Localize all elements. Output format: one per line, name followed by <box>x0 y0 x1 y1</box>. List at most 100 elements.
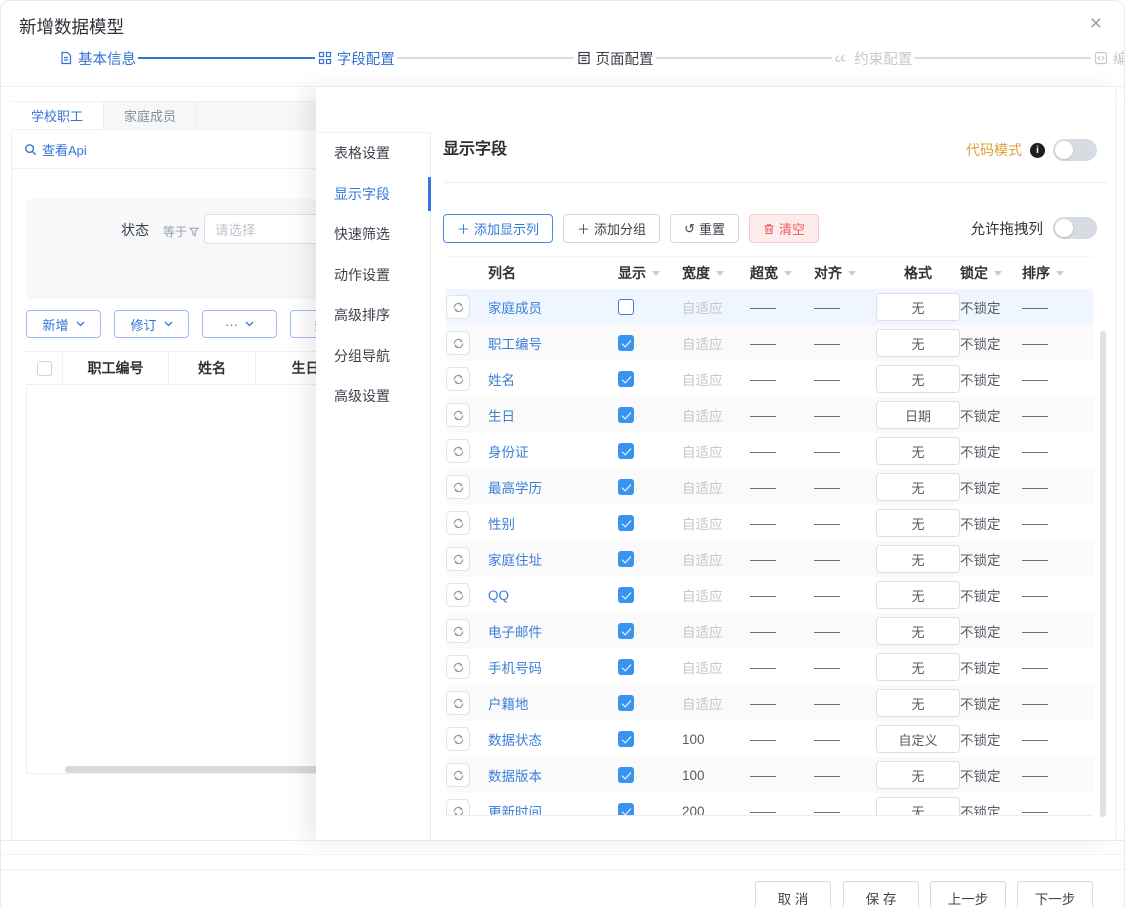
format-input[interactable]: 无 <box>876 365 960 393</box>
display-checkbox[interactable] <box>618 623 634 639</box>
sync-icon <box>452 661 465 674</box>
filter-caret-icon[interactable] <box>716 271 724 276</box>
reorder-field-button[interactable] <box>446 547 470 571</box>
field-name-link[interactable]: 家庭住址 <box>488 549 542 569</box>
field-name-link[interactable]: 电子邮件 <box>488 621 542 641</box>
save-button[interactable]: 保 存 <box>843 881 919 907</box>
format-input[interactable]: 无 <box>876 509 960 537</box>
field-name-link[interactable]: 数据状态 <box>488 729 542 749</box>
format-input[interactable]: 无 <box>876 617 960 645</box>
filter-caret-icon[interactable] <box>784 271 792 276</box>
menu-item-分组导航[interactable]: 分组导航 <box>316 336 430 377</box>
reorder-field-button[interactable] <box>446 691 470 715</box>
filter-caret-icon[interactable] <box>994 271 1002 276</box>
reorder-field-button[interactable] <box>446 799 470 816</box>
display-checkbox[interactable] <box>618 587 634 603</box>
view-api-link[interactable]: 查看Api <box>24 140 87 159</box>
display-checkbox[interactable] <box>618 767 634 783</box>
menu-item-动作设置[interactable]: 动作设置 <box>316 255 430 296</box>
filter-caret-icon[interactable] <box>1056 271 1064 276</box>
allow-drag-toggle[interactable] <box>1053 217 1097 239</box>
display-checkbox[interactable] <box>618 695 634 711</box>
format-input[interactable]: 无 <box>876 581 960 609</box>
reset-button[interactable]: ↺重置 <box>670 214 739 243</box>
format-input[interactable]: 无 <box>876 689 960 717</box>
next-step-button[interactable]: 下一步 <box>1017 881 1093 907</box>
reorder-field-button[interactable] <box>446 403 470 427</box>
reorder-field-button[interactable] <box>446 511 470 535</box>
info-icon[interactable]: i <box>1030 143 1045 158</box>
sync-icon <box>452 697 465 710</box>
reorder-field-button[interactable] <box>446 295 470 319</box>
format-input[interactable]: 日期 <box>876 401 960 429</box>
reorder-field-button[interactable] <box>446 655 470 679</box>
field-name-link[interactable]: 姓名 <box>488 369 515 389</box>
field-name-link[interactable]: 生日 <box>488 405 515 425</box>
field-name-link[interactable]: 户籍地 <box>488 693 529 713</box>
menu-item-高级排序[interactable]: 高级排序 <box>316 295 430 336</box>
format-input[interactable]: 无 <box>876 293 960 321</box>
format-input[interactable]: 无 <box>876 545 960 573</box>
display-checkbox[interactable] <box>618 731 634 747</box>
display-checkbox[interactable] <box>618 371 634 387</box>
field-name-link[interactable]: 性别 <box>488 513 515 533</box>
funnel-icon <box>189 227 199 237</box>
display-checkbox[interactable] <box>618 335 634 351</box>
toolbar-button-···[interactable]: ··· <box>202 310 277 338</box>
tab-学校职工[interactable]: 学校职工 <box>11 102 104 129</box>
cancel-button[interactable]: 取 消 <box>755 881 831 907</box>
field-name-link[interactable]: 最高学历 <box>488 477 542 497</box>
reorder-field-button[interactable] <box>446 583 470 607</box>
filter-caret-icon[interactable] <box>848 271 856 276</box>
display-checkbox[interactable] <box>618 443 634 459</box>
menu-item-高级设置[interactable]: 高级设置 <box>316 376 430 417</box>
toolbar-button-修订[interactable]: 修订 <box>114 310 189 338</box>
display-checkbox[interactable] <box>618 515 634 531</box>
reorder-field-button[interactable] <box>446 619 470 643</box>
field-name-link[interactable]: 身份证 <box>488 441 529 461</box>
vertical-scrollbar[interactable] <box>1100 331 1106 817</box>
format-input[interactable]: 无 <box>876 437 960 465</box>
filter-caret-icon[interactable] <box>652 271 660 276</box>
display-checkbox[interactable] <box>618 479 634 495</box>
align-value: —— <box>814 336 876 351</box>
format-input[interactable]: 无 <box>876 761 960 789</box>
display-checkbox[interactable] <box>618 407 634 423</box>
menu-item-显示字段[interactable]: 显示字段 <box>316 174 430 215</box>
reorder-field-button[interactable] <box>446 331 470 355</box>
format-input[interactable]: 无 <box>876 653 960 681</box>
display-checkbox[interactable] <box>618 551 634 567</box>
reorder-field-button[interactable] <box>446 763 470 787</box>
field-name-link[interactable]: 职工编号 <box>488 333 542 353</box>
menu-item-表格设置[interactable]: 表格设置 <box>316 133 430 174</box>
format-input[interactable]: 无 <box>876 329 960 357</box>
tab-家庭成员[interactable]: 家庭成员 <box>104 102 197 129</box>
menu-item-快速筛选[interactable]: 快速筛选 <box>316 214 430 255</box>
display-checkbox[interactable] <box>618 659 634 675</box>
reorder-field-button[interactable] <box>446 439 470 463</box>
format-input[interactable]: 自定义 <box>876 725 960 753</box>
display-checkbox[interactable] <box>618 803 634 816</box>
format-input[interactable]: 无 <box>876 473 960 501</box>
prev-step-button[interactable]: 上一步 <box>930 881 1006 907</box>
field-name-link[interactable]: QQ <box>488 588 509 603</box>
reorder-field-button[interactable] <box>446 727 470 751</box>
reorder-field-button[interactable] <box>446 367 470 391</box>
clear-button[interactable]: 清空 <box>749 214 819 243</box>
add-display-column-button[interactable]: ＋添加显示列 <box>443 214 553 243</box>
toolbar-button-新增[interactable]: 新增 <box>26 310 101 338</box>
format-input[interactable]: 无 <box>876 797 960 816</box>
filter-operator[interactable]: 等于 <box>163 223 199 240</box>
field-name-link[interactable]: 家庭成员 <box>488 297 542 317</box>
field-name-link[interactable]: 更新时间 <box>488 801 542 816</box>
column-header-排序: 排序 <box>1022 263 1093 283</box>
sync-icon <box>452 625 465 638</box>
select-all-checkbox[interactable] <box>37 361 52 376</box>
code-mode-toggle[interactable] <box>1053 139 1097 161</box>
add-group-button[interactable]: ＋添加分组 <box>563 214 660 243</box>
field-name-link[interactable]: 数据版本 <box>488 765 542 785</box>
align-value: —— <box>814 624 876 639</box>
display-checkbox[interactable] <box>618 299 634 315</box>
reorder-field-button[interactable] <box>446 475 470 499</box>
field-name-link[interactable]: 手机号码 <box>488 657 542 677</box>
